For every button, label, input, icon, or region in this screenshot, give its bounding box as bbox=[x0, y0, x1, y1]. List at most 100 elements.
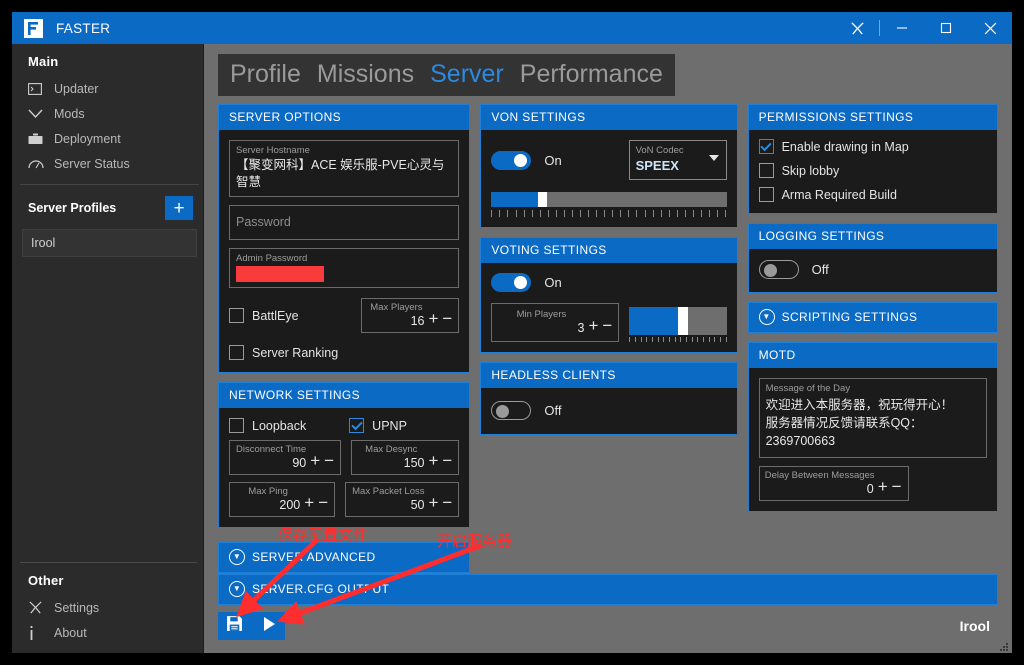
server-cfg-output-header[interactable]: ▼ SERVER.CFG OUTPUT bbox=[218, 574, 998, 605]
max-desync-stepper[interactable]: Max Desync 150 + − bbox=[351, 440, 460, 475]
stepper-text: Max Desync 150 bbox=[358, 443, 424, 471]
increment-button[interactable]: + bbox=[428, 493, 438, 513]
panel-title: VOTING SETTINGS bbox=[481, 238, 737, 263]
arma-required-build-checkbox[interactable]: Arma Required Build bbox=[758, 187, 987, 202]
minimize-icon[interactable] bbox=[880, 12, 924, 44]
min-players-stepper[interactable]: Min Players 3 + − bbox=[491, 303, 620, 342]
decrement-button[interactable]: − bbox=[324, 451, 334, 471]
slider-thumb[interactable] bbox=[677, 307, 688, 335]
close-icon[interactable] bbox=[968, 12, 1012, 44]
panel-body: Off bbox=[748, 249, 997, 292]
redaction-overlay bbox=[236, 266, 324, 282]
stepper-value: 50 bbox=[410, 498, 425, 512]
decrement-button[interactable]: − bbox=[318, 493, 328, 513]
resize-grip[interactable] bbox=[997, 639, 1009, 651]
increment-button[interactable]: + bbox=[304, 493, 314, 513]
von-volume-slider[interactable] bbox=[491, 192, 727, 217]
checkbox-box bbox=[349, 418, 365, 433]
battleye-checkbox[interactable]: BattlEye bbox=[229, 308, 299, 323]
panel-title: LOGGING SETTINGS bbox=[748, 224, 997, 249]
panel-body: On VoN Codec SPEEX bbox=[481, 130, 737, 227]
scripting-settings-section[interactable]: ▼ SCRIPTING SETTINGS bbox=[747, 302, 998, 333]
sidebar: Main Updater Mods Deployment Server Stat… bbox=[12, 44, 204, 653]
checkbox-label: Loopback bbox=[252, 418, 307, 433]
decrement-button[interactable]: − bbox=[892, 477, 902, 497]
checkbox-label: Skip lobby bbox=[781, 163, 840, 178]
panel-title: MOTD bbox=[748, 343, 997, 368]
headless-clients-toggle[interactable]: Off bbox=[491, 401, 726, 420]
von-codec-dropdown[interactable]: VoN Codec SPEEX bbox=[628, 140, 727, 180]
increment-button[interactable]: + bbox=[878, 477, 888, 497]
stepper-label: Disconnect Time bbox=[236, 444, 307, 455]
maximize-icon[interactable] bbox=[924, 12, 968, 44]
increment-button[interactable]: + bbox=[310, 451, 320, 471]
add-profile-button[interactable]: + bbox=[165, 196, 193, 220]
sidebar-item-mods[interactable]: Mods bbox=[12, 101, 203, 126]
panel-permissions-settings: PERMISSIONS SETTINGS Enable drawing in M… bbox=[747, 104, 998, 214]
motd-textarea[interactable]: Message of the Day 欢迎进入本服务器，祝玩得开心！ 服务器情况… bbox=[758, 378, 987, 458]
slider-ticks bbox=[491, 210, 727, 217]
voting-toggle[interactable]: On bbox=[491, 273, 726, 292]
server-ranking-checkbox[interactable]: Server Ranking bbox=[229, 345, 459, 360]
slider-track bbox=[629, 307, 727, 335]
motd-line-2: 服务器情况反馈请联系QQ：2369700663 bbox=[765, 416, 923, 448]
max-players-stepper[interactable]: Max Players 16 + − bbox=[361, 298, 460, 333]
server-password-field[interactable]: Password bbox=[229, 205, 460, 240]
sidebar-item-server-status[interactable]: Server Status bbox=[12, 151, 203, 176]
tab-performance[interactable]: Performance bbox=[520, 60, 663, 89]
increment-button[interactable]: + bbox=[588, 316, 598, 336]
save-floppy-icon[interactable] bbox=[226, 615, 243, 637]
tab-profile[interactable]: Profile bbox=[230, 60, 301, 89]
panel-body: Server Hostname 【聚变网科】ACE 娱乐服-PVE心灵与智慧 P… bbox=[219, 130, 470, 372]
slider-ticks bbox=[629, 337, 727, 342]
upnp-checkbox[interactable]: UPNP bbox=[349, 418, 459, 433]
checkbox-label: Server Ranking bbox=[252, 345, 339, 360]
max-packet-loss-stepper[interactable]: Max Packet Loss 50 + − bbox=[345, 482, 460, 517]
max-ping-stepper[interactable]: Max Ping 200 + − bbox=[229, 482, 336, 517]
sidebar-item-about[interactable]: About bbox=[12, 620, 203, 645]
sidebar-item-settings[interactable]: Settings bbox=[12, 595, 203, 620]
server-advanced-section[interactable]: ▼ SERVER ADVANCED bbox=[218, 542, 471, 573]
toggle-state-label: On bbox=[544, 275, 562, 290]
loopback-checkbox[interactable]: Loopback bbox=[229, 418, 339, 433]
server-hostname-field[interactable]: Server Hostname 【聚变网科】ACE 娱乐服-PVE心灵与智慧 bbox=[229, 140, 460, 197]
f-logo-icon bbox=[22, 17, 44, 39]
sidebar-profile-item[interactable]: Irool bbox=[22, 229, 197, 257]
section-title: SERVER ADVANCED bbox=[252, 550, 376, 564]
play-icon[interactable] bbox=[261, 616, 277, 637]
toggle-switch bbox=[491, 401, 532, 420]
decrement-button[interactable]: − bbox=[442, 309, 452, 329]
enable-drawing-checkbox[interactable]: Enable drawing in Map bbox=[758, 139, 987, 154]
von-toggle[interactable]: On bbox=[491, 150, 562, 170]
increment-button[interactable]: + bbox=[428, 309, 438, 329]
admin-password-field[interactable]: Admin Password bbox=[229, 248, 460, 288]
toggle-switch bbox=[491, 273, 532, 292]
section-title: SERVER.CFG OUTPUT bbox=[252, 582, 390, 596]
slider-thumb[interactable] bbox=[538, 192, 548, 207]
tab-missions[interactable]: Missions bbox=[317, 60, 414, 89]
decrement-button[interactable]: − bbox=[602, 316, 612, 336]
skip-lobby-checkbox[interactable]: Skip lobby bbox=[758, 163, 987, 178]
panel-headless-clients: HEADLESS CLIENTS Off bbox=[480, 362, 738, 435]
briefcase-icon bbox=[28, 133, 54, 145]
sidebar-item-updater[interactable]: Updater bbox=[12, 76, 203, 101]
tab-bar: Profile Missions Server Performance bbox=[218, 54, 675, 96]
decrement-button[interactable]: − bbox=[442, 451, 452, 471]
panel-body: Loopback UPNP Disconnect Time 90 + − Max… bbox=[219, 408, 470, 527]
delay-between-messages-stepper[interactable]: Delay Between Messages 0 + − bbox=[758, 466, 909, 501]
increment-button[interactable]: + bbox=[428, 451, 438, 471]
tools-icon[interactable] bbox=[835, 12, 879, 44]
slider-track bbox=[491, 192, 727, 207]
disconnect-time-stepper[interactable]: Disconnect Time 90 + − bbox=[229, 440, 342, 475]
server-cfg-output-section[interactable]: ▼ SERVER.CFG OUTPUT bbox=[218, 574, 998, 605]
checkbox-box bbox=[229, 308, 244, 323]
sidebar-item-label: Mods bbox=[54, 106, 85, 121]
tab-server[interactable]: Server bbox=[430, 60, 504, 89]
checkbox-box bbox=[758, 139, 774, 154]
titlebar-controls bbox=[835, 12, 1012, 44]
voting-threshold-slider[interactable] bbox=[629, 307, 727, 342]
decrement-button[interactable]: − bbox=[442, 493, 452, 513]
logging-toggle[interactable]: Off bbox=[758, 260, 987, 279]
sidebar-item-deployment[interactable]: Deployment bbox=[12, 126, 203, 151]
